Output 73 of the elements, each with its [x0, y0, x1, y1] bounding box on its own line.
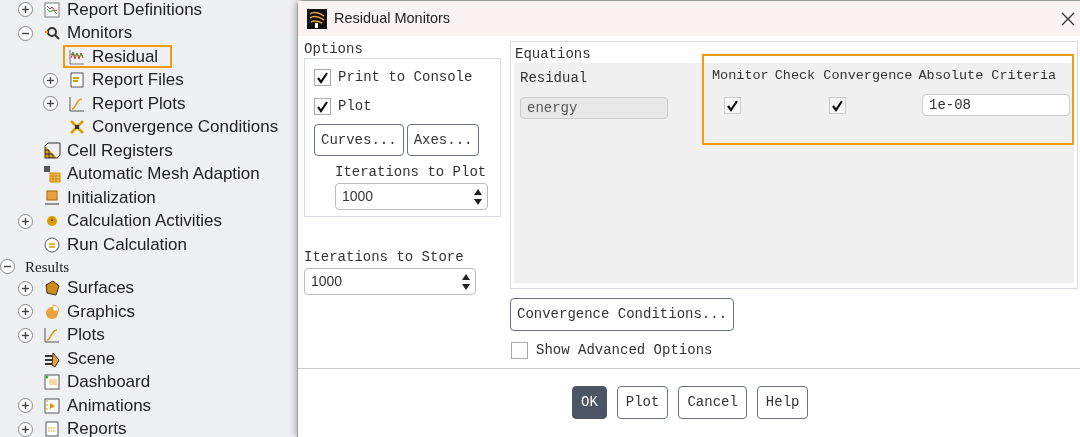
window-title: Residual Monitors: [334, 8, 451, 28]
tree-item[interactable]: Convergence Conditions: [63, 115, 293, 139]
document-icon: [68, 71, 86, 90]
tree-item[interactable]: Scene: [38, 347, 130, 371]
checkbox-label: Show Advanced Options: [536, 341, 713, 360]
cube-icon: [43, 188, 61, 207]
dialog-button[interactable]: OK: [572, 386, 607, 419]
tree-item[interactable]: Plots: [38, 323, 119, 347]
column-header: Absolute Criteria: [918, 67, 1057, 85]
dialog-button[interactable]: Axes...: [406, 124, 480, 156]
expand-toggle-icon[interactable]: [18, 213, 33, 229]
tree-item[interactable]: Residual: [63, 45, 173, 69]
checkbox-label: Plot: [338, 97, 372, 116]
checkbox[interactable]: [829, 96, 846, 114]
tree-item[interactable]: Surfaces: [38, 276, 149, 300]
column-header: Check Convergence: [774, 67, 913, 85]
tree-item[interactable]: Graphics: [38, 300, 150, 324]
dashboard-icon: [43, 373, 61, 392]
tree-item[interactable]: Initialization: [38, 186, 170, 210]
pie-icon: [43, 302, 61, 321]
line-plot-icon: [43, 326, 61, 345]
tree-item[interactable]: Results: [20, 255, 84, 278]
tree-item[interactable]: Report Files: [63, 68, 198, 92]
dialog-button[interactable]: Cancel: [678, 386, 747, 419]
collapse-toggle-icon[interactable]: [0, 259, 15, 274]
tree-item[interactable]: Report Definitions: [38, 0, 217, 22]
tree-item[interactable]: Monitors: [38, 21, 147, 45]
collapse-toggle-icon[interactable]: [18, 25, 33, 41]
checkbox[interactable]: [314, 98, 331, 115]
tree-item[interactable]: Cell Registers: [38, 139, 187, 163]
expand-toggle-icon[interactable]: [43, 72, 58, 88]
iterations-to-plot-field[interactable]: 1000: [335, 183, 488, 210]
expand-toggle-icon[interactable]: [18, 280, 33, 296]
expand-toggle-icon[interactable]: [18, 421, 33, 437]
tree-item[interactable]: Run Calculation: [38, 233, 201, 257]
film-icon: [43, 396, 61, 415]
checkbox[interactable]: [511, 342, 528, 359]
group-title: Equations: [514, 46, 592, 63]
expand-toggle-icon[interactable]: [18, 2, 33, 18]
tree-item[interactable]: Calculation Activities: [38, 209, 236, 233]
dialog-button[interactable]: Plot: [616, 386, 669, 419]
grid-cube-icon: [43, 141, 61, 160]
criteria-field[interactable]: 1e-08: [922, 94, 1070, 117]
tree-item[interactable]: Animations: [38, 394, 166, 418]
line-plot-icon: [68, 94, 86, 113]
tree-item[interactable]: Reports: [38, 417, 141, 437]
field-label: Iterations to Plot: [335, 163, 488, 182]
surface-icon: [43, 279, 61, 298]
close-icon[interactable]: [1061, 11, 1075, 26]
app-logo-icon: [307, 8, 327, 29]
convergence-conditions-button[interactable]: Convergence Conditions...: [510, 298, 735, 331]
group-title: Options: [304, 41, 364, 57]
checkbox[interactable]: [724, 96, 741, 114]
chart-icon: [43, 0, 61, 19]
expand-toggle-icon[interactable]: [18, 398, 33, 414]
iterations-to-store-field[interactable]: 1000: [304, 268, 476, 295]
column-header: Residual: [520, 69, 589, 88]
report-icon: [43, 420, 61, 437]
tree-item[interactable]: Dashboard: [38, 370, 165, 394]
checkbox-label: Print to Console: [338, 68, 473, 87]
dialog-button[interactable]: Curves...: [314, 124, 404, 156]
wave-chart-icon: [68, 47, 86, 66]
expand-toggle-icon[interactable]: [18, 327, 33, 343]
tree-item[interactable]: Automatic Mesh Adaption: [38, 162, 274, 186]
dialog-button[interactable]: Help: [756, 386, 809, 419]
expand-toggle-icon[interactable]: [18, 304, 33, 320]
column-header: Monitor: [712, 67, 769, 85]
field-label: Iterations to Store: [304, 248, 465, 267]
checkbox[interactable]: [314, 69, 331, 86]
residual-name-field: energy: [520, 97, 668, 119]
expand-toggle-icon[interactable]: [43, 96, 58, 112]
mesh-icon: [43, 165, 61, 184]
tree-item[interactable]: Report Plots: [63, 92, 200, 116]
